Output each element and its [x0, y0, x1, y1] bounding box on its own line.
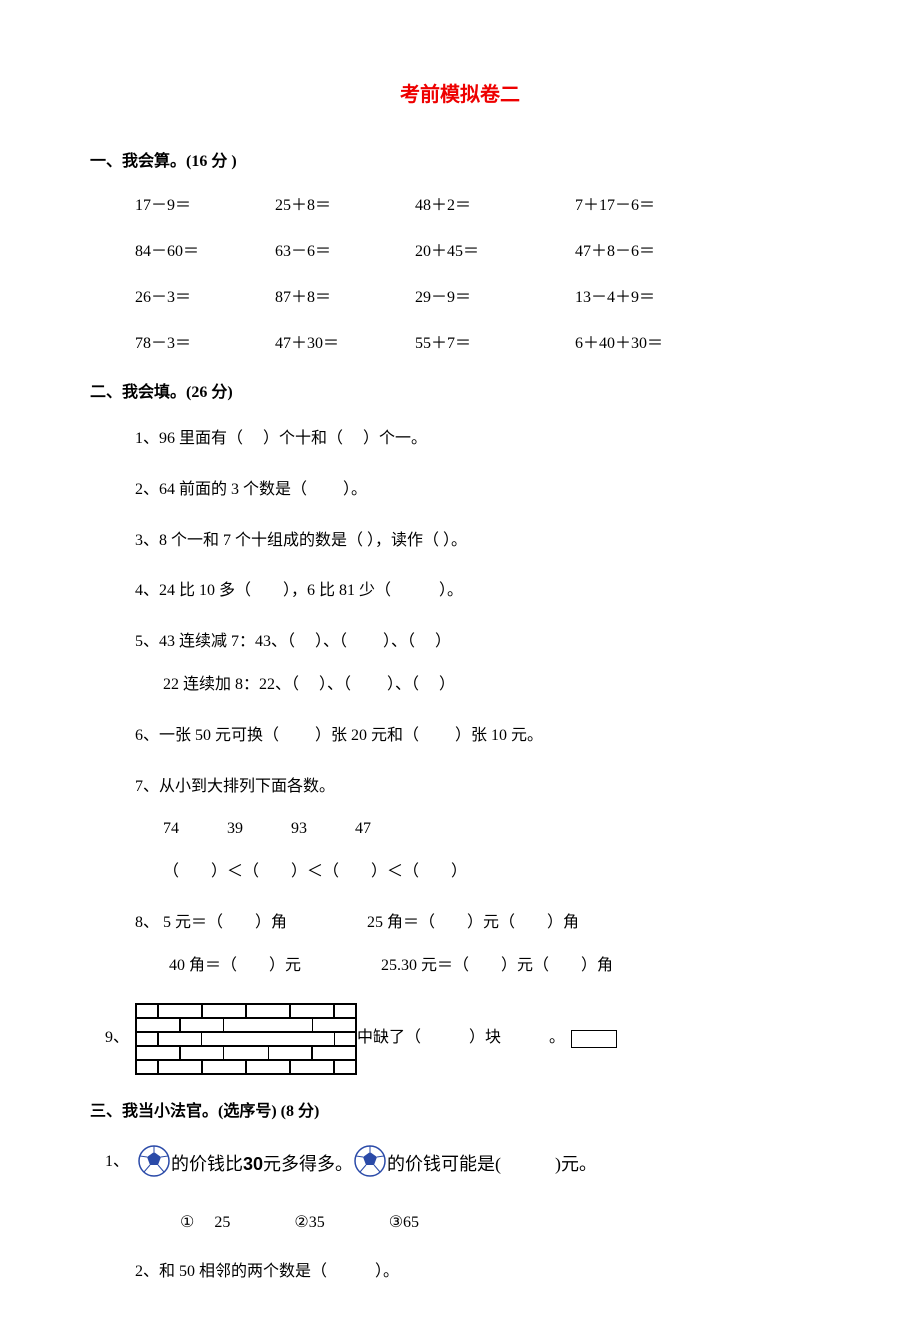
- calc-grid: 17－9＝ 25＋8＝ 48＋2＝ 7＋17－6＝ 84－60＝ 63－6＝ 2…: [135, 194, 830, 356]
- section-3-heading: 三、我当小法官。(选序号) (8 分): [90, 1100, 830, 1124]
- question-8-line-1: 8、 5 元＝（ ）角 25 角＝（ ）元（ ）角: [135, 909, 830, 938]
- question-7-intro: 7、从小到大排列下面各数。: [135, 773, 830, 802]
- choice-1: ① 25: [180, 1214, 230, 1231]
- question-5: 5、43 连续减 7：43、（ ）、（ ）、（ ） 22 连续加 8：22、（ …: [135, 628, 830, 700]
- question-7-numbers: 74 39 93 47: [163, 815, 830, 844]
- calc-cell: 55＋7＝: [415, 332, 575, 356]
- calc-cell: 7＋17－6＝: [575, 194, 655, 218]
- question-5-line-1: 5、43 连续减 7：43、（ ）、（ ）、（ ）: [135, 628, 830, 657]
- calc-row: 17－9＝ 25＋8＝ 48＋2＝ 7＋17－6＝: [135, 194, 830, 218]
- question-4: 4、24 比 10 多（ ），6 比 81 少（ ）。: [135, 577, 830, 606]
- section-3-q2: 2、和 50 相邻的两个数是（ ）。: [135, 1260, 830, 1284]
- question-1: 1、96 里面有（ ）个十和（ ）个一。: [135, 425, 830, 454]
- calc-cell: 87＋8＝: [275, 286, 415, 310]
- question-9-tail: 中缺了（ ）块 。: [357, 1024, 565, 1053]
- calc-cell: 47＋8－6＝: [575, 240, 655, 264]
- calc-cell: 29－9＝: [415, 286, 575, 310]
- calc-cell: 25＋8＝: [275, 194, 415, 218]
- calc-cell: 63－6＝: [275, 240, 415, 264]
- question-8: 8、 5 元＝（ ）角 25 角＝（ ）元（ ）角 40 角＝（ ）元 25.3…: [135, 909, 830, 981]
- calc-row: 78－3＝ 47＋30＝ 55＋7＝ 6＋40＋30＝: [135, 332, 830, 356]
- page-title: 考前模拟卷二: [90, 80, 830, 110]
- question-7: 7、从小到大排列下面各数。 74 39 93 47 （ ）＜（ ）＜（ ）＜（ …: [135, 773, 830, 887]
- section-2-questions: 1、96 里面有（ ）个十和（ ）个一。 2、64 前面的 3 个数是（ ）。 …: [135, 425, 830, 1075]
- q1-amount: 30: [243, 1151, 263, 1178]
- choice-3: ③65: [389, 1214, 419, 1231]
- section-3-q1: 1、 的价钱比 30 元多得多。 的价钱可能是( )元。: [105, 1144, 830, 1186]
- single-brick-icon: [571, 1030, 617, 1048]
- calc-cell: 17－9＝: [135, 194, 275, 218]
- calc-cell: 48＋2＝: [415, 194, 575, 218]
- question-2: 2、64 前面的 3 个数是（ ）。: [135, 476, 830, 505]
- question-9-number: 9、: [105, 1024, 135, 1053]
- question-5-line-2: 22 连续加 8：22、（ ）、（ ）、（ ）: [163, 671, 830, 700]
- section-2-heading: 二、我会填。(26 分): [90, 381, 830, 405]
- q1-choices: ① 25 ②35 ③65: [180, 1211, 830, 1235]
- calc-row: 26－3＝ 87＋8＝ 29－9＝ 13－4＋9＝: [135, 286, 830, 310]
- question-7-blanks: （ ）＜（ ）＜（ ）＜（ ）: [163, 858, 830, 887]
- question-6: 6、一张 50 元可换（ ）张 20 元和（ ）张 10 元。: [135, 722, 830, 751]
- calc-cell: 78－3＝: [135, 332, 275, 356]
- soccer-ball-icon: [353, 1144, 387, 1186]
- question-3: 3、8 个一和 7 个十组成的数是（ ），读作（ ）。: [135, 527, 830, 556]
- calc-cell: 13－4＋9＝: [575, 286, 655, 310]
- brick-wall-icon: [135, 1003, 357, 1075]
- calc-cell: 6＋40＋30＝: [575, 332, 663, 356]
- q1-number: 1、: [105, 1144, 129, 1174]
- q1-text-2: 元多得多。: [263, 1151, 353, 1178]
- calc-row: 84－60＝ 63－6＝ 20＋45＝ 47＋8－6＝: [135, 240, 830, 264]
- q1-text-3: 的价钱可能是( )元。: [387, 1151, 597, 1178]
- section-1-heading: 一、我会算。(16 分 ): [90, 150, 830, 174]
- question-8-line-2: 40 角＝（ ）元 25.30 元＝（ ）元（ ）角: [169, 952, 830, 981]
- choice-2: ②35: [294, 1214, 324, 1231]
- calc-cell: 20＋45＝: [415, 240, 575, 264]
- calc-cell: 47＋30＝: [275, 332, 415, 356]
- soccer-ball-icon: [137, 1144, 171, 1186]
- q1-text-1: 的价钱比: [171, 1151, 243, 1178]
- calc-cell: 26－3＝: [135, 286, 275, 310]
- calc-cell: 84－60＝: [135, 240, 275, 264]
- question-9: 9、 中缺了（ ）块 。: [105, 1003, 830, 1075]
